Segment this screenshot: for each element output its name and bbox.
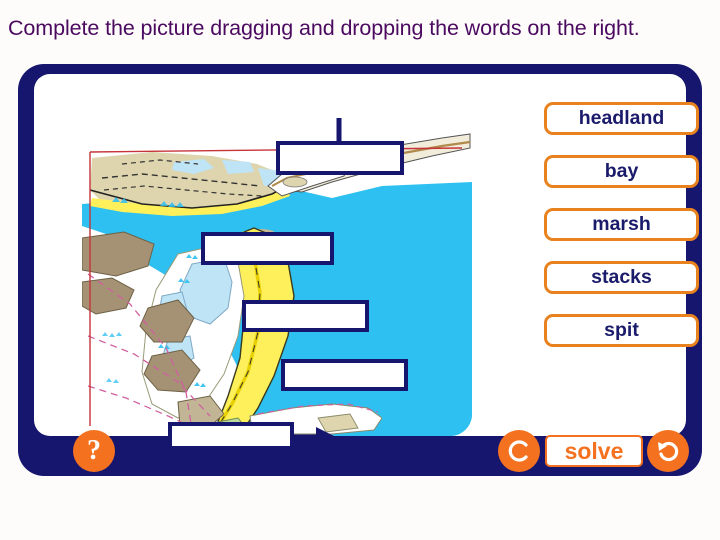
undo-arrow-icon xyxy=(658,441,679,462)
arrow-right-to-spit xyxy=(292,427,336,447)
dropbox-headland[interactable] xyxy=(276,141,404,175)
activity-frame: headland bay marsh stacks spit ? solve xyxy=(18,64,702,476)
help-icon: ? xyxy=(87,435,101,466)
solve-button[interactable]: solve xyxy=(545,435,643,467)
help-button[interactable]: ? xyxy=(73,430,115,472)
dropbox-stacks[interactable] xyxy=(281,359,408,391)
dropbox-spit[interactable] xyxy=(168,422,294,450)
word-chip-headland[interactable]: headland xyxy=(544,102,699,135)
clear-c-icon xyxy=(508,440,528,462)
dropbox-marsh[interactable] xyxy=(242,300,369,332)
solve-label: solve xyxy=(564,437,624,464)
page-title: Complete the picture dragging and droppi… xyxy=(8,16,640,40)
word-chip-stacks[interactable]: stacks xyxy=(544,261,699,294)
undo-button[interactable] xyxy=(647,430,689,472)
clear-button[interactable] xyxy=(498,430,540,472)
activity-canvas: headland bay marsh stacks spit xyxy=(34,74,699,450)
word-chip-marsh[interactable]: marsh xyxy=(544,208,699,241)
word-chip-bay[interactable]: bay xyxy=(544,155,699,188)
word-bank: headland bay marsh stacks spit xyxy=(544,102,704,367)
dropbox-bay[interactable] xyxy=(201,232,334,265)
word-chip-spit[interactable]: spit xyxy=(544,314,699,347)
activity-screen: Complete the picture dragging and droppi… xyxy=(0,0,720,540)
